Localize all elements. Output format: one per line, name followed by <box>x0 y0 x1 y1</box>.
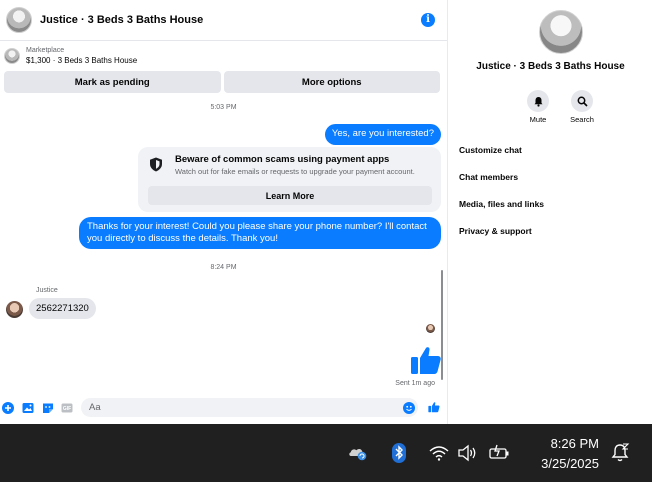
message-timestamp: 5:03 PM <box>210 104 237 111</box>
message-input[interactable] <box>81 398 418 417</box>
shield-icon <box>150 157 162 172</box>
volume-icon[interactable] <box>457 442 479 464</box>
listing-actions: Mark as pending More options <box>4 71 440 93</box>
menu-item-media-files-links[interactable]: Media, files and links <box>459 199 544 209</box>
conversation-avatar[interactable] <box>6 7 32 33</box>
photo-icon[interactable] <box>22 402 34 414</box>
sender-name: Justice <box>36 287 58 294</box>
wifi-icon[interactable] <box>428 442 450 464</box>
chat-details-pane: Justice · 3 Beds 3 Baths House Mute Sear… <box>447 0 652 424</box>
details-avatar <box>539 10 583 54</box>
scam-warning-card: Beware of common scams using payment app… <box>138 147 441 212</box>
sent-status: Sent 1m ago <box>395 380 435 387</box>
learn-more-button[interactable]: Learn More <box>148 186 432 205</box>
thumbs-up-icon[interactable] <box>410 344 442 376</box>
mark-as-pending-button[interactable]: Mark as pending <box>4 71 221 93</box>
menu-item-chat-members[interactable]: Chat members <box>459 172 518 182</box>
search-label: Search <box>570 115 594 124</box>
search-icon <box>577 96 588 107</box>
scam-warning-subtitle: Watch out for fake emails or requests to… <box>175 167 415 176</box>
gif-icon[interactable]: GIF <box>61 402 73 414</box>
send-like-icon[interactable] <box>428 401 440 413</box>
sticker-icon[interactable] <box>42 402 54 414</box>
conversation-title[interactable]: Justice · 3 Beds 3 Baths House <box>40 14 203 26</box>
clock-date[interactable]: 3/25/2025 <box>541 456 599 471</box>
menu-item-customize-chat[interactable]: Customize chat <box>459 145 522 155</box>
battery-icon[interactable] <box>488 442 510 464</box>
details-title: Justice · 3 Beds 3 Baths House <box>476 61 625 72</box>
message-timestamp: 8:24 PM <box>210 264 237 271</box>
incoming-message[interactable]: 2562271320 <box>29 298 96 319</box>
outgoing-message[interactable]: Thanks for your interest! Could you plea… <box>79 217 441 249</box>
message-composer: GIF <box>0 397 447 419</box>
listing-source: Marketplace <box>26 47 65 54</box>
emoji-icon[interactable] <box>403 402 415 414</box>
more-options-button[interactable]: More options <box>223 71 440 93</box>
outgoing-message[interactable]: Yes, are you interested? <box>324 124 441 145</box>
info-icon[interactable]: i <box>421 13 435 27</box>
chat-scrollbar[interactable] <box>441 270 443 380</box>
onedrive-icon[interactable] <box>347 442 369 464</box>
scam-warning-title: Beware of common scams using payment app… <box>175 154 390 165</box>
bell-icon <box>534 96 542 107</box>
svg-text:GIF: GIF <box>63 406 71 412</box>
listing-thumbnail <box>4 48 20 64</box>
mute-label: Mute <box>529 115 547 124</box>
bluetooth-icon[interactable] <box>388 442 410 464</box>
seen-indicator-avatar <box>426 324 435 333</box>
add-circle-icon[interactable] <box>2 402 14 414</box>
clock-time[interactable]: 8:26 PM <box>551 436 599 451</box>
listing-summary[interactable]: Marketplace $1,300 · 3 Beds 3 Baths Hous… <box>4 46 137 66</box>
search-button[interactable] <box>571 90 593 112</box>
sender-avatar[interactable] <box>6 301 23 318</box>
chat-header: Justice · 3 Beds 3 Baths House i <box>0 0 447 41</box>
menu-item-privacy-support[interactable]: Privacy & support <box>459 226 532 236</box>
notifications-icon[interactable] <box>609 442 631 464</box>
listing-price-title: $1,300 · 3 Beds 3 Baths House <box>26 56 138 65</box>
taskbar: 8:26 PM 3/25/2025 <box>0 424 652 482</box>
mute-button[interactable] <box>527 90 549 112</box>
chat-pane: Justice · 3 Beds 3 Baths House i Marketp… <box>0 0 447 424</box>
